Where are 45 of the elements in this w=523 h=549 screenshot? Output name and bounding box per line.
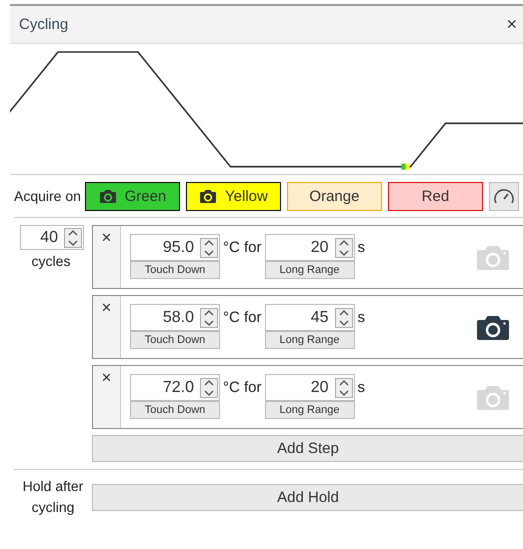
camera-icon [98, 188, 117, 204]
temperature-field[interactable]: 72.0 [130, 374, 220, 401]
unit-label: °C for [223, 238, 262, 258]
spin-button[interactable] [334, 238, 353, 258]
add-step-button[interactable]: Add Step [92, 435, 523, 462]
duration-mode-button[interactable]: Long Range [264, 401, 355, 419]
duration-mode-button[interactable]: Long Range [264, 261, 355, 279]
close-button[interactable]: × [506, 14, 517, 35]
remove-step-button[interactable]: × [102, 226, 112, 246]
spin-button[interactable] [200, 308, 218, 328]
cycles-field[interactable]: 40 [20, 225, 84, 250]
spin-button[interactable] [64, 228, 82, 248]
duration-field[interactable]: 20 [264, 374, 355, 401]
panel-title: Cycling [19, 16, 68, 33]
temperature-mode-button[interactable]: Touch Down [130, 401, 220, 419]
spin-button[interactable] [334, 308, 353, 328]
spin-button[interactable] [200, 238, 218, 258]
duration-field[interactable]: 45 [264, 304, 355, 331]
channel-toggle[interactable]: Yellow [186, 182, 281, 210]
duration-mode-button[interactable]: Long Range [264, 331, 355, 349]
remove-step-button[interactable]: × [102, 366, 112, 386]
spin-button[interactable] [200, 378, 218, 398]
camera-icon [199, 188, 218, 204]
temperature-field[interactable]: 58.0 [130, 304, 220, 331]
channel-toggle[interactable]: Red [388, 182, 483, 210]
channel-toggle[interactable]: Green [84, 182, 180, 210]
add-hold-button[interactable]: Add Hold [92, 484, 523, 510]
unit-label: °C for [223, 378, 262, 398]
spin-button[interactable] [334, 378, 353, 398]
channel-toggle[interactable]: Orange [286, 182, 382, 210]
temperature-field[interactable]: 95.0 [130, 234, 220, 261]
remove-step-button[interactable]: × [102, 296, 112, 316]
unit-label: s [358, 308, 366, 328]
unit-label: s [358, 238, 366, 258]
duration-field[interactable]: 20 [264, 234, 355, 261]
unit-label: s [358, 378, 366, 398]
camera-icon[interactable] [476, 315, 510, 341]
speed-button[interactable] [488, 182, 519, 210]
gauge-icon [492, 187, 515, 205]
temperature-mode-button[interactable]: Touch Down [130, 261, 220, 279]
unit-label: °C for [223, 308, 262, 328]
cycles-label: cycles [32, 253, 70, 269]
hold-label: Hold after cycling [22, 477, 84, 517]
acquire-label: Acquire on [14, 188, 81, 204]
temperature-mode-button[interactable]: Touch Down [130, 331, 220, 349]
